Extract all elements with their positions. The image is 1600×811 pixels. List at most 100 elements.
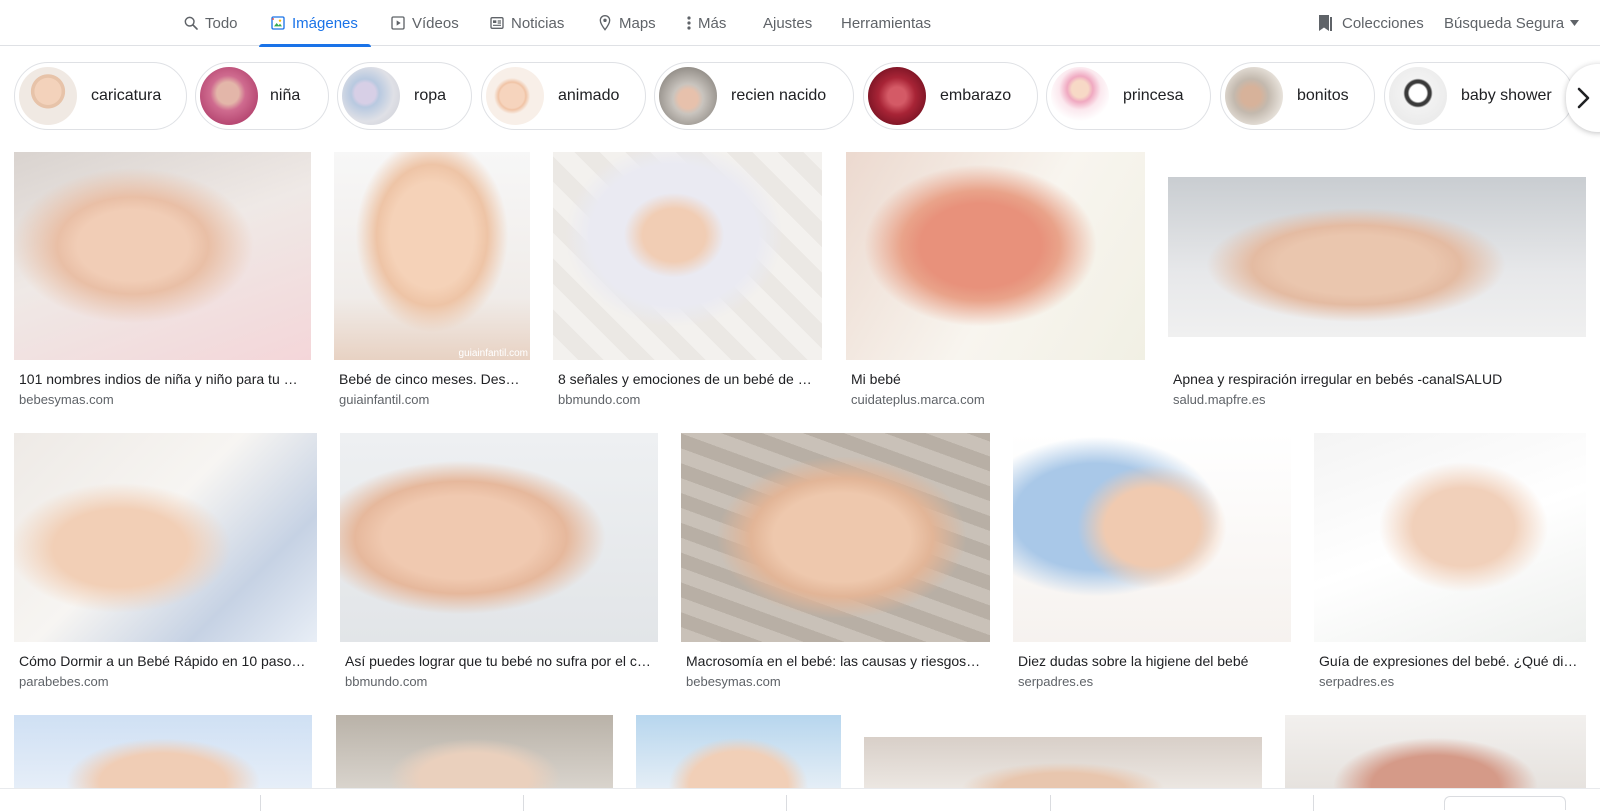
tab-todo[interactable]: Todo bbox=[183, 0, 238, 46]
chip-thumbnail bbox=[1051, 67, 1109, 125]
result-source: bbmundo.com bbox=[558, 392, 641, 407]
tab-label: Noticias bbox=[511, 14, 565, 32]
chip-thumbnail bbox=[1389, 67, 1447, 125]
image-result[interactable]: Cómo Dormir a un Bebé Rápido en 10 pasos… bbox=[14, 433, 317, 691]
chip-thumbnail bbox=[868, 67, 926, 125]
result-image[interactable] bbox=[1314, 433, 1586, 642]
tab-noticias[interactable]: Noticias bbox=[489, 0, 564, 46]
chip-bonitos[interactable]: bonitos bbox=[1220, 62, 1375, 130]
result-source: bebesymas.com bbox=[19, 392, 114, 407]
video-icon bbox=[391, 16, 405, 30]
scroll-tab[interactable] bbox=[1444, 796, 1566, 810]
result-source: serpadres.es bbox=[1319, 674, 1395, 689]
collections-link[interactable]: Colecciones bbox=[1318, 0, 1424, 46]
chip-label: embarazo bbox=[940, 87, 1012, 104]
result-image[interactable] bbox=[846, 152, 1145, 360]
safesearch-label: Búsqueda Segura bbox=[1444, 14, 1565, 32]
chip-thumbnail bbox=[19, 67, 77, 125]
tab-maps[interactable]: Maps bbox=[597, 0, 656, 46]
result-image[interactable] bbox=[553, 152, 822, 360]
chip-label: animado bbox=[558, 87, 620, 104]
image-result[interactable] bbox=[336, 715, 613, 789]
news-icon bbox=[490, 17, 504, 29]
result-title: Apnea y respiración irregular en bebés -… bbox=[1173, 371, 1503, 387]
chip-label: recien nacido bbox=[731, 87, 827, 104]
chip-princesa[interactable]: princesa bbox=[1046, 62, 1211, 130]
search-icon bbox=[184, 16, 198, 30]
image-result[interactable] bbox=[636, 715, 841, 789]
result-source: bbmundo.com bbox=[345, 674, 428, 689]
image-result[interactable] bbox=[14, 715, 312, 789]
result-image[interactable] bbox=[340, 433, 658, 642]
image-result[interactable]: Macrosomía en el bebé: las causas y ries… bbox=[681, 433, 990, 691]
collections-label: Colecciones bbox=[1342, 14, 1424, 32]
image-result[interactable]: guiainfantil.com Bebé de cinco meses. De… bbox=[334, 152, 530, 410]
chip-label: baby shower bbox=[1461, 87, 1552, 104]
image-result[interactable]: Diez dudas sobre la higiene del bebé ser… bbox=[1013, 433, 1291, 691]
chip-nina[interactable]: niña bbox=[195, 62, 329, 130]
result-image[interactable] bbox=[1013, 433, 1291, 642]
result-title: Cómo Dormir a un Bebé Rápido en 10 pasos… bbox=[19, 653, 311, 669]
tab-videos[interactable]: Vídeos bbox=[390, 0, 459, 46]
result-title: Bebé de cinco meses. Desarrollo bbox=[339, 371, 524, 387]
tab-label: Vídeos bbox=[412, 14, 459, 32]
result-image[interactable] bbox=[14, 715, 312, 789]
chip-thumbnail bbox=[486, 67, 544, 125]
image-result[interactable]: Mi bebé cuidateplus.marca.com bbox=[846, 152, 1146, 410]
result-image[interactable] bbox=[681, 433, 990, 642]
image-result[interactable]: Guía de expresiones del bebé. ¿Qué dice … bbox=[1314, 433, 1586, 691]
chevron-down-icon bbox=[1570, 20, 1580, 26]
chip-animado[interactable]: animado bbox=[481, 62, 646, 130]
result-source: serpadres.es bbox=[1018, 674, 1094, 689]
tab-label: Maps bbox=[619, 14, 656, 32]
result-image[interactable] bbox=[336, 715, 613, 789]
result-image[interactable] bbox=[14, 433, 317, 642]
chip-baby-shower[interactable]: baby shower bbox=[1384, 62, 1574, 130]
result-title: 101 nombres indios de niña y niño para t… bbox=[19, 371, 305, 387]
tools-link[interactable]: Herramientas bbox=[841, 0, 931, 46]
map-pin-icon bbox=[599, 14, 611, 31]
image-result[interactable]: Así puedes lograr que tu bebé no sufra p… bbox=[340, 433, 658, 691]
chip-thumbnail bbox=[659, 67, 717, 125]
tab-imagenes[interactable]: Imágenes bbox=[259, 0, 371, 47]
result-image[interactable] bbox=[636, 715, 841, 789]
tab-label: Todo bbox=[205, 14, 238, 32]
result-title: Guía de expresiones del bebé. ¿Qué dice … bbox=[1319, 653, 1580, 669]
bottom-panel-strip bbox=[0, 788, 1600, 811]
result-source: salud.mapfre.es bbox=[1173, 392, 1266, 407]
result-title: Macrosomía en el bebé: las causas y ries… bbox=[686, 653, 984, 669]
tab-label: Imágenes bbox=[292, 14, 358, 32]
result-image[interactable]: guiainfantil.com bbox=[334, 152, 530, 360]
result-image[interactable] bbox=[864, 737, 1262, 789]
chip-thumbnail bbox=[200, 67, 258, 125]
image-result[interactable] bbox=[1285, 715, 1586, 789]
safesearch-dropdown[interactable]: Búsqueda Segura bbox=[1444, 0, 1580, 46]
chevron-right-icon bbox=[1577, 87, 1590, 109]
related-searches-chips: caricatura niña ropa animado recien naci… bbox=[0, 62, 1600, 132]
image-result[interactable]: 8 señales y emociones de un bebé de 6 me… bbox=[553, 152, 823, 410]
image-result[interactable] bbox=[864, 715, 1262, 789]
more-vert-icon bbox=[687, 16, 691, 30]
result-image[interactable] bbox=[1168, 177, 1586, 337]
result-title: Diez dudas sobre la higiene del bebé bbox=[1018, 653, 1249, 669]
chip-label: caricatura bbox=[91, 87, 162, 104]
image-result[interactable]: Apnea y respiración irregular en bebés -… bbox=[1168, 152, 1586, 410]
result-source: bebesymas.com bbox=[686, 674, 781, 689]
chip-thumbnail bbox=[1225, 67, 1283, 125]
result-image[interactable] bbox=[1285, 715, 1586, 789]
result-image[interactable] bbox=[14, 152, 311, 360]
result-title: 8 señales y emociones de un bebé de 6 me… bbox=[558, 371, 817, 387]
result-title: Mi bebé bbox=[851, 371, 901, 387]
chip-label: ropa bbox=[414, 87, 447, 104]
result-source: cuidateplus.marca.com bbox=[851, 392, 985, 407]
chip-ropa[interactable]: ropa bbox=[337, 62, 472, 130]
tab-mas[interactable]: Más bbox=[686, 0, 726, 46]
chip-recien-nacido[interactable]: recien nacido bbox=[654, 62, 854, 130]
chip-caricatura[interactable]: caricatura bbox=[14, 62, 187, 130]
search-tabs-bar: Todo Imágenes Vídeos Noticias Maps Más A… bbox=[0, 0, 1600, 47]
image-result[interactable]: 101 nombres indios de niña y niño para t… bbox=[14, 152, 311, 410]
chip-embarazo[interactable]: embarazo bbox=[863, 62, 1038, 130]
settings-link[interactable]: Ajustes bbox=[763, 0, 812, 46]
result-title: Así puedes lograr que tu bebé no sufra p… bbox=[345, 653, 652, 669]
result-source: parabebes.com bbox=[19, 674, 109, 689]
